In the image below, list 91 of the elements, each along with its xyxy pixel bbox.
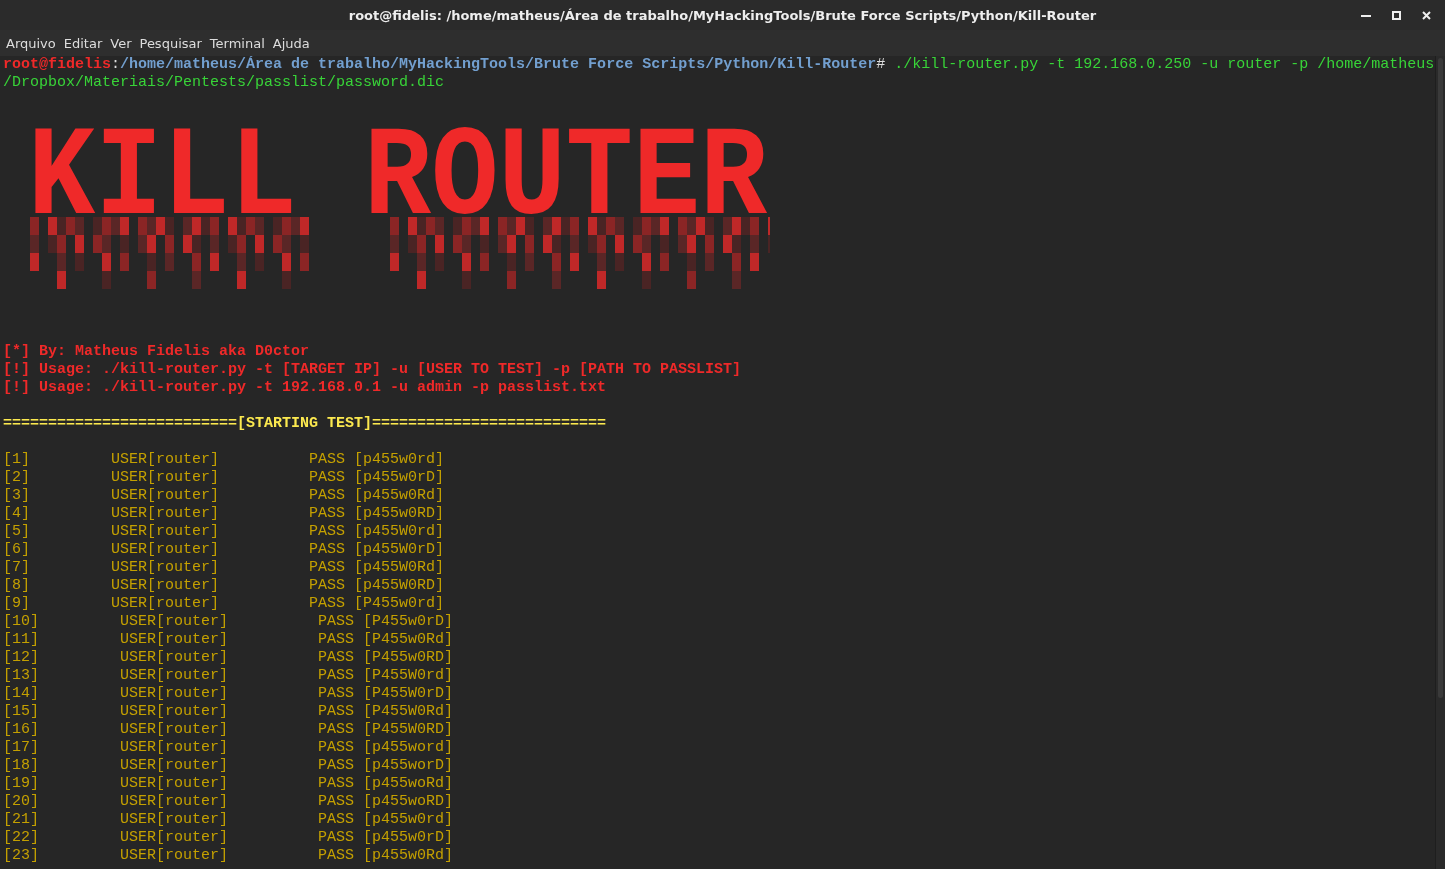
attempt-user: USER[router]: [120, 829, 229, 846]
info-line: [!] Usage: ./kill-router.py -t 192.168.0.1 -u admin -p passlist.txt: [3, 379, 608, 397]
section-header: ==========================[STARTING TEST]==========================: [3, 415, 608, 433]
prompt-symbol: :: [111, 56, 121, 73]
attempt-index: [19]: [3, 775, 39, 792]
menu-item[interactable]: Pesquisar: [139, 35, 202, 51]
attempt-password: PASS [P455w0Rd]: [318, 631, 454, 648]
attempt-index: [5]: [3, 523, 30, 540]
scrollbar[interactable]: [1435, 56, 1445, 869]
command-text: /Dropbox/Materiais/Pentests/passlist/password.dic: [3, 74, 445, 91]
attempt-index: [17]: [3, 739, 39, 756]
attempt-user: USER[router]: [120, 847, 229, 864]
attempt-index: [11]: [3, 631, 39, 648]
attempt-user: USER[router]: [120, 613, 229, 630]
menu-item[interactable]: Ver: [110, 35, 132, 51]
attempt-user: USER[router]: [111, 595, 220, 612]
attempt-password: PASS [p455w0rD]: [309, 469, 445, 486]
attempt-user: USER[router]: [111, 541, 220, 558]
attempt-user: USER[router]: [120, 757, 229, 774]
attempt-password: PASS [P455W0RD]: [318, 721, 454, 738]
attempt-user: USER[router]: [111, 505, 220, 522]
attempt-index: [13]: [3, 667, 39, 684]
window-title: root@fidelis: /home/matheus/Área de trabalho/MyHackingTools/Brute Force Scripts/Python/Kill-Router: [348, 7, 1097, 23]
minimize-icon: [1361, 13, 1371, 17]
attempt-index: [14]: [3, 685, 39, 702]
banner-title: KILL ROUTER: [28, 122, 768, 237]
attempt-password: PASS [p455w0rd]: [318, 811, 454, 828]
attempt-user: USER[router]: [120, 775, 229, 792]
attempt-index: [6]: [3, 541, 30, 558]
attempt-user: USER[router]: [111, 469, 220, 486]
attempt-user: USER[router]: [111, 451, 220, 468]
menu-item[interactable]: Arquivo: [6, 35, 56, 51]
attempt-password: PASS [P455w0rD]: [318, 613, 454, 630]
attempt-user: USER[router]: [120, 739, 229, 756]
attempt-index: [9]: [3, 595, 30, 612]
attempt-index: [22]: [3, 829, 39, 846]
attempt-index: [10]: [3, 613, 39, 630]
attempt-index: [1]: [3, 451, 30, 468]
attempt-password: PASS [p455woRd]: [318, 775, 454, 792]
attempt-password: PASS [p455W0rD]: [309, 541, 445, 558]
attempt-password: PASS [p455w0Rd]: [318, 847, 454, 864]
menu-item[interactable]: Editar: [63, 35, 103, 51]
close-icon: [1421, 10, 1431, 20]
attempt-user: USER[router]: [120, 649, 229, 666]
attempt-password: PASS [P455W0rD]: [318, 685, 454, 702]
attempt-index: [4]: [3, 505, 30, 522]
attempt-password: PASS [p455woRD]: [318, 793, 454, 810]
attempt-password: PASS [P455W0Rd]: [318, 703, 454, 720]
attempt-index: [20]: [3, 793, 39, 810]
attempt-password: PASS [P455W0rd]: [318, 667, 454, 684]
attempt-password: PASS [p455W0RD]: [309, 577, 445, 594]
attempt-user: USER[router]: [120, 811, 229, 828]
attempt-index: [12]: [3, 649, 39, 666]
attempt-password: PASS [p455W0Rd]: [309, 559, 445, 576]
prompt-path: /home/matheus/Área de trabalho/MyHackingTools/Brute Force Scripts/Python/Kill-Router: [120, 56, 877, 73]
attempt-password: PASS [P455w0RD]: [318, 649, 454, 666]
attempt-user: USER[router]: [111, 577, 220, 594]
attempt-user: USER[router]: [120, 631, 229, 648]
attempt-password: PASS [p455w0RD]: [309, 505, 445, 522]
menu-item[interactable]: Terminal: [209, 35, 265, 51]
attempt-password: PASS [p455w0rd]: [309, 451, 445, 468]
attempt-password: PASS [P455w0rd]: [309, 595, 445, 612]
attempt-index: [21]: [3, 811, 39, 828]
attempt-user: USER[router]: [120, 703, 229, 720]
attempt-password: PASS [p455w0Rd]: [309, 487, 445, 504]
prompt-user: root@fidelis: [3, 56, 112, 73]
attempt-index: [23]: [3, 847, 39, 864]
command-text: ./kill-router.py -t 192.168.0.250 -u router -p /home/matheus: [893, 56, 1435, 73]
attempt-password: PASS [p455w0rD]: [318, 829, 454, 846]
maximize-icon: [1391, 10, 1401, 20]
attempt-user: USER[router]: [111, 559, 220, 576]
attempt-password: PASS [p455worD]: [318, 757, 454, 774]
attempt-user: USER[router]: [120, 793, 229, 810]
attempt-password: PASS [p455W0rd]: [309, 523, 445, 540]
prompt-symbol: #: [876, 56, 886, 73]
menu-item[interactable]: Ajuda: [272, 35, 310, 51]
attempt-index: [7]: [3, 559, 30, 576]
attempt-index: [15]: [3, 703, 39, 720]
attempt-index: [16]: [3, 721, 39, 738]
attempt-password: PASS [p455word]: [318, 739, 454, 756]
attempt-index: [8]: [3, 577, 30, 594]
attempt-user: USER[router]: [120, 667, 229, 684]
attempt-user: USER[router]: [120, 721, 229, 738]
attempt-user: USER[router]: [111, 523, 220, 540]
info-line: [!] Usage: ./kill-router.py -t [TARGET IP] -u [USER TO TEST] -p [PATH TO PASSLIST]: [3, 361, 743, 379]
attempt-index: [2]: [3, 469, 30, 486]
attempt-user: USER[router]: [111, 487, 220, 504]
info-line: [*] By: Matheus Fidelis aka D0ctor: [3, 343, 311, 361]
attempt-user: USER[router]: [120, 685, 229, 702]
attempt-index: [3]: [3, 487, 30, 504]
attempt-index: [18]: [3, 757, 39, 774]
